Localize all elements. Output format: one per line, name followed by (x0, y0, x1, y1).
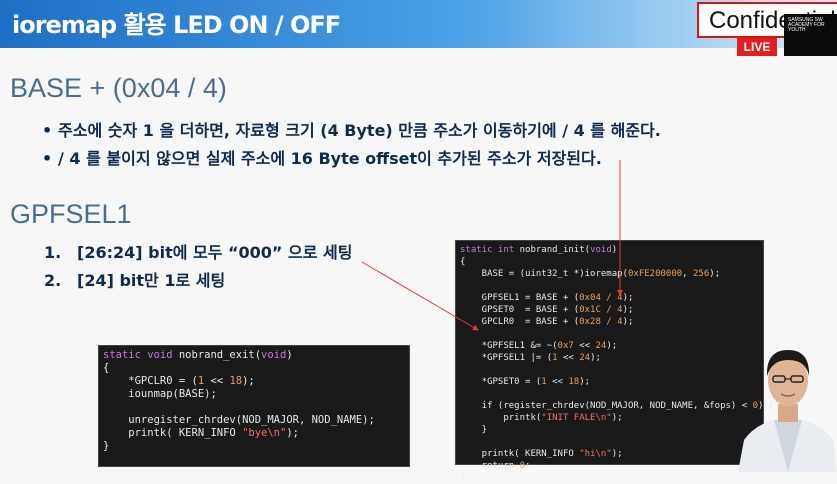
bullet-text: 주소에 숫자 1 을 더하면, 자료형 크기 (4 Byte) 만큼 주소가 이… (58, 121, 661, 140)
code-token: ); (709, 269, 721, 279)
code-token: 0xFE200000 (627, 269, 683, 279)
base-bullet-list: • 주소에 숫자 1 을 더하면, 자료형 크기 (4 Byte) 만큼 주소가 … (42, 117, 661, 173)
code-token: printk( KERN_INFO (460, 449, 580, 459)
bullet-dot-icon: • (42, 149, 53, 168)
code-token: *GPFSEL1 |= ( (460, 353, 553, 363)
code-token: ); (611, 449, 623, 459)
code-token: ); (242, 375, 255, 387)
code-token: *GPFSEL1 &= ~( (460, 341, 558, 351)
code-token: "hi\n" (579, 449, 612, 459)
code-token: nobrand_exit (178, 349, 255, 361)
code-token: ); (622, 293, 634, 303)
presenter-video (738, 350, 837, 472)
code-token: *GPCLR0 = ( (103, 375, 198, 387)
code-token: 0x7 (557, 341, 574, 351)
code-token: *GPSET0 = ( (460, 377, 542, 387)
code-token: printk( (460, 413, 542, 423)
code-token: } (103, 440, 110, 452)
code-token: 24 (579, 353, 591, 363)
code-token: ); (590, 353, 601, 363)
gpfsel1-step-list: 1. [26:24] bit에 모두 “000” 으로 세팅 2. [24] bit… (44, 239, 352, 295)
code-token: { (460, 257, 466, 267)
step-item: 1. [26:24] bit에 모두 “000” 으로 세팅 (44, 239, 352, 267)
code-token: ); (611, 413, 623, 423)
code-token: 0x04 / 4 (579, 293, 623, 303)
bullet-dot-icon: • (42, 121, 53, 140)
code-token: 18 (229, 375, 243, 387)
code-token: GPSET0 = BASE + ( (460, 305, 580, 315)
bullet-text: / 4 를 붙이지 않으면 실제 주소에 16 Byte offset이 추가된… (58, 149, 602, 168)
code-token: ); (286, 427, 299, 439)
code-token: if (register_chrdev(NOD_MAJOR, NOD_NAME,… (460, 401, 753, 411)
code-token: 0x28 / 4 (579, 317, 623, 327)
code-token: "INIT FALE\n" (541, 413, 612, 423)
code-token: ) (286, 349, 293, 361)
code-token: unregister_chrdev(NOD_MAJOR, NOD_NAME); (103, 414, 375, 426)
code-token: ) (611, 245, 618, 255)
code-token: ); (622, 305, 634, 315)
slide-title: ioremap 활용 LED ON / OFF (12, 11, 341, 39)
code-token: static int (460, 245, 520, 255)
step-text: [26:24] bit에 모두 “000” 으로 세팅 (77, 243, 353, 262)
code-token: void (261, 349, 287, 361)
code-token: } (460, 425, 488, 435)
code-token: ); (606, 341, 618, 351)
code-token: GPCLR0 = BASE + ( (460, 317, 580, 327)
academy-label: SAMSUNG SW ACADEMY FOR YOUTH (788, 17, 825, 33)
code-token: "bye\n" (242, 427, 287, 439)
section-title-gpfsel1: GPFSEL1 (10, 199, 132, 229)
code-token: ; (525, 461, 531, 471)
code-token: ); (579, 377, 591, 387)
step-number: 1. (44, 243, 62, 262)
code-token: BASE = (uint32_t *)ioremap( (460, 269, 628, 279)
code-token: } (460, 473, 466, 483)
code-token: GPFSEL1 = BASE + ( (460, 293, 580, 303)
code-block-exit: static void nobrand_exit(void) { *GPCLR0… (98, 345, 410, 467)
academy-logo: SAMSUNG SW ACADEMY FOR YOUTH (784, 14, 837, 56)
code-token: << (557, 353, 580, 363)
code-token: ); (622, 317, 634, 327)
code-token: nobrand_init (519, 245, 585, 255)
bullet-item: • 주소에 숫자 1 을 더하면, 자료형 크기 (4 Byte) 만큼 주소가 … (42, 117, 661, 145)
code-token: , (682, 269, 694, 279)
code-token: 256 (693, 269, 710, 279)
step-number: 2. (44, 271, 62, 290)
code-token: iounmap(BASE); (103, 388, 217, 400)
code-token: 24 (595, 341, 607, 351)
code-token: << (546, 377, 569, 387)
code-token: void (590, 245, 612, 255)
code-token: << (204, 375, 230, 387)
code-token: 18 (568, 377, 580, 387)
code-token: return (460, 461, 520, 471)
code-block-init: static int nobrand_init(void) { BASE = (… (455, 240, 774, 483)
code-token: printk( KERN_INFO (103, 427, 243, 439)
step-text: [24] bit만 1로 세팅 (77, 271, 226, 290)
code-token: << (573, 341, 596, 351)
code-token: 0x1C / 4 (579, 305, 623, 315)
step-item: 2. [24] bit만 1로 세팅 (44, 267, 352, 295)
section-title-base: BASE + (0x04 / 4) (10, 73, 227, 103)
code-token: static void (103, 349, 179, 361)
bullet-item: • / 4 를 붙이지 않으면 실제 주소에 16 Byte offset이 추가… (42, 145, 661, 173)
live-badge: LIVE (737, 38, 777, 56)
code-token: { (103, 362, 110, 374)
